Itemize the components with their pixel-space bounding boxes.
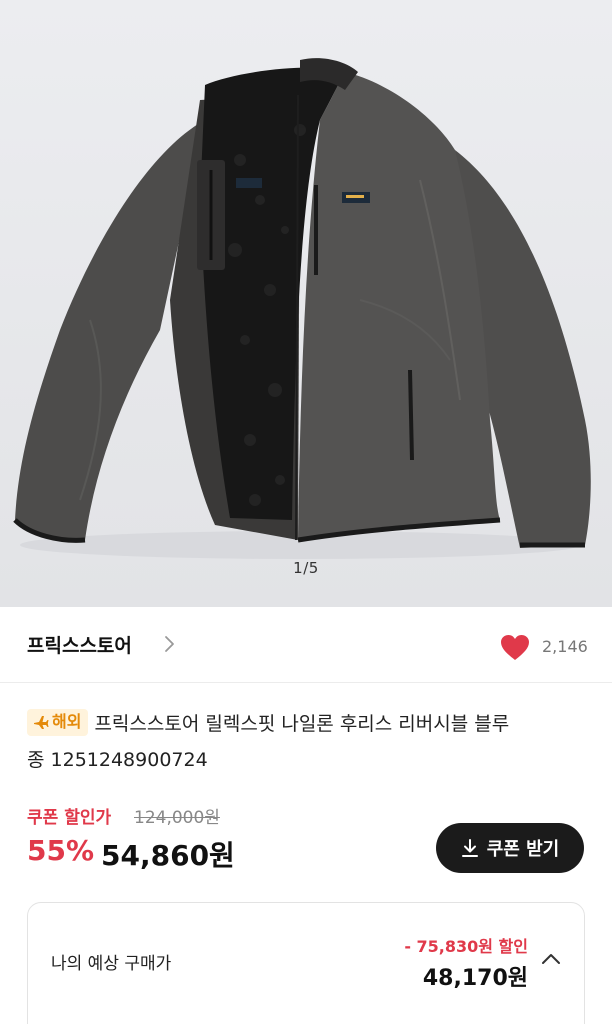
product-title-line1: 해외 프릭스스토어 릴렉스핏 나일론 후리스 리버시블 블루: [27, 706, 587, 742]
product-image[interactable]: 1/5: [0, 0, 612, 607]
get-coupon-button[interactable]: 쿠폰 받기: [436, 823, 584, 873]
heart-icon[interactable]: [500, 634, 530, 662]
download-icon: [461, 839, 478, 857]
product-title: 해외 프릭스스토어 릴렉스핏 나일론 후리스 리버시블 블루 종 12512489…: [27, 706, 587, 778]
estimated-price-panel[interactable]: 나의 예상 구매가 - 75,830원 할인 48,170원: [27, 902, 585, 1024]
like-count: 2,146: [542, 637, 588, 656]
chevron-up-icon[interactable]: [540, 951, 562, 967]
jacket-illustration: [13, 58, 591, 559]
airplane-icon: [34, 716, 49, 729]
product-title-text1: 프릭스스토어 릴렉스핏 나일론 후리스 리버시블 블루: [94, 713, 510, 735]
store-name-link[interactable]: 프릭스스토어: [27, 631, 132, 658]
chevron-right-icon[interactable]: [160, 633, 180, 655]
product-title-line2: 종 1251248900724: [27, 749, 208, 771]
discount-percent: 55%: [27, 834, 95, 867]
estimated-final-price: 48,170원: [422, 966, 528, 991]
image-page-indicator: 1/5: [293, 559, 319, 577]
coupon-price-label: 쿠폰 할인가: [27, 808, 112, 828]
get-coupon-label: 쿠폰 받기: [486, 839, 560, 860]
original-price: 124,000원: [134, 808, 220, 828]
overseas-badge: 해외: [27, 709, 89, 736]
store-row: 프릭스스토어 2,146: [0, 607, 612, 683]
estimated-discount: - 75,830원 할인: [404, 937, 528, 956]
sale-price: 54,860원: [101, 839, 235, 872]
overseas-badge-label: 해외: [52, 712, 82, 731]
estimated-price-label: 나의 예상 구매가: [51, 954, 172, 974]
